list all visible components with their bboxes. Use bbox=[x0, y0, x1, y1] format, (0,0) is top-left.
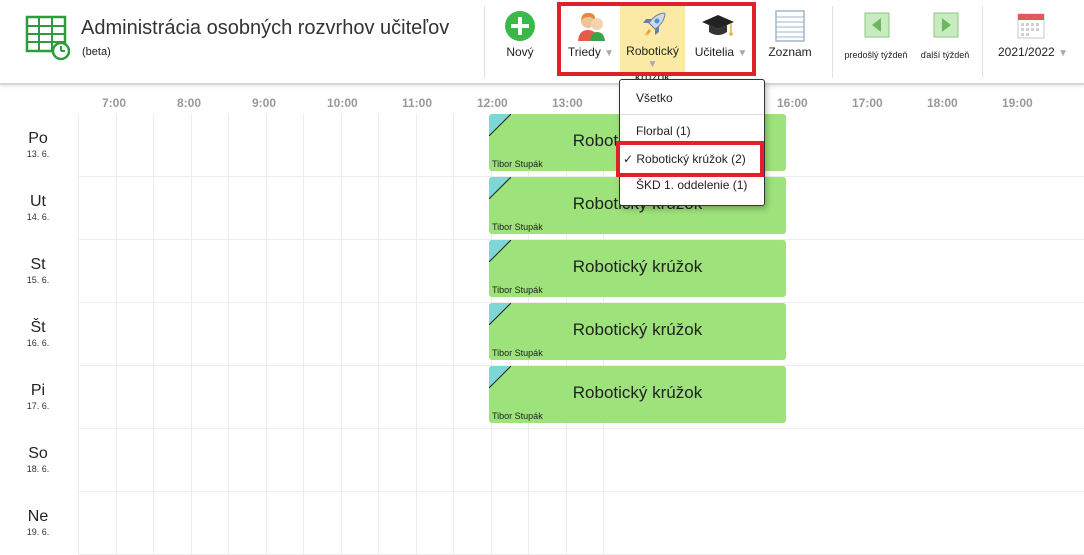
calendar-icon bbox=[1017, 13, 1045, 39]
hour-label: 18:00 bbox=[927, 96, 958, 110]
hour-label: 11:00 bbox=[402, 96, 433, 110]
plus-icon bbox=[505, 11, 535, 41]
chevron-down-icon: ▼ bbox=[647, 59, 658, 70]
schedule-event[interactable]: Robotický krúžok Tibor Stupák bbox=[489, 303, 786, 360]
day-label: So 18. 6. bbox=[0, 445, 76, 474]
timetable-grid: 7:008:009:0010:0011:0012:0013:0014:0015:… bbox=[0, 86, 1084, 555]
previous-week-label: predošlý týždeň bbox=[844, 50, 908, 60]
dropdown-item-skd[interactable]: ŠKD 1. oddelenie (1) bbox=[636, 178, 747, 192]
new-button[interactable]: Nový bbox=[497, 6, 543, 76]
toolbar-separator bbox=[484, 6, 485, 78]
day-date: 16. 6. bbox=[26, 338, 50, 348]
next-week-label: ďalší týždeň bbox=[920, 50, 970, 60]
event-name: Robotický krúžok bbox=[572, 383, 703, 402]
robotics-button[interactable]: Robotický ▼ krúžok bbox=[620, 5, 685, 83]
hour-label: 10:00 bbox=[327, 96, 358, 110]
hour-label: 8:00 bbox=[177, 96, 202, 110]
event-teacher: Tibor Stupák bbox=[492, 159, 543, 169]
timetable-icon bbox=[25, 15, 70, 60]
list-button-label: Zoznam bbox=[768, 45, 812, 59]
dropdown-item-florbal[interactable]: Florbal (1) bbox=[636, 124, 691, 138]
event-name: Robotický krúžok bbox=[572, 320, 703, 339]
event-teacher: Tibor Stupák bbox=[492, 285, 543, 295]
arrow-left-icon bbox=[864, 12, 890, 38]
arrow-right-icon bbox=[933, 12, 959, 38]
grid-line bbox=[115, 114, 117, 555]
grid-line bbox=[415, 114, 417, 555]
event-teacher: Tibor Stupák bbox=[492, 222, 543, 232]
rocket-icon bbox=[643, 12, 666, 37]
classes-button[interactable]: Triedy ▼ bbox=[563, 6, 619, 76]
day-name: Št bbox=[30, 319, 46, 336]
day-name: St bbox=[30, 256, 46, 273]
toolbar-separator bbox=[832, 6, 833, 78]
day-label: Ne 19. 6. bbox=[0, 508, 76, 537]
day-date: 14. 6. bbox=[26, 212, 50, 222]
toolbar-separator bbox=[982, 6, 983, 78]
day-label: Št 16. 6. bbox=[0, 319, 76, 348]
day-date: 19. 6. bbox=[26, 527, 50, 537]
school-year-label: 2021/2022 bbox=[998, 45, 1055, 59]
day-name: Ut bbox=[30, 193, 46, 210]
day-label: St 15. 6. bbox=[0, 256, 76, 285]
toolbar: Administrácia osobných rozvrhov učiteľov… bbox=[0, 0, 1084, 85]
chevron-down-icon: ▼ bbox=[1058, 48, 1068, 59]
filter-dropdown: Všetko Florbal (1) ✓ Robotický krúžok (2… bbox=[616, 79, 765, 206]
day-date: 15. 6. bbox=[26, 275, 50, 285]
grid-line bbox=[78, 428, 1084, 429]
event-teacher: Tibor Stupák bbox=[492, 348, 543, 358]
event-name: Robotický krúžok bbox=[572, 257, 703, 276]
app-subtitle: (beta) bbox=[82, 46, 111, 58]
grid-line bbox=[190, 114, 192, 555]
hour-label: 17:00 bbox=[852, 96, 883, 110]
new-button-label: Nový bbox=[506, 45, 534, 59]
day-name: Po bbox=[28, 130, 48, 147]
school-year-button[interactable]: 2021/2022 ▼ bbox=[990, 6, 1076, 76]
next-week-button[interactable]: ďalší týždeň bbox=[912, 6, 978, 76]
day-label: Pi 17. 6. bbox=[0, 382, 76, 411]
grid-line bbox=[453, 114, 454, 555]
day-name: Ne bbox=[27, 508, 49, 525]
grid-line bbox=[78, 491, 1084, 492]
grid-line bbox=[228, 114, 229, 555]
grid-line bbox=[303, 114, 304, 555]
grid-line bbox=[378, 114, 379, 555]
grid-line bbox=[265, 114, 267, 555]
schedule-event[interactable]: Robotický krúžok Tibor Stupák bbox=[489, 366, 786, 423]
hour-label: 13:00 bbox=[552, 96, 583, 110]
chevron-down-icon: ▼ bbox=[604, 48, 615, 59]
classes-button-label: Triedy bbox=[567, 45, 601, 59]
list-button[interactable]: Zoznam bbox=[763, 6, 817, 76]
robotics-button-label: Robotický bbox=[626, 44, 679, 58]
day-date: 17. 6. bbox=[26, 401, 50, 411]
teachers-button-label: Učitelia bbox=[694, 45, 735, 59]
teachers-button[interactable]: Učitelia ▼ bbox=[688, 6, 754, 76]
hour-label: 9:00 bbox=[252, 96, 277, 110]
hour-label: 7:00 bbox=[102, 96, 127, 110]
schedule-event[interactable]: Robotický krúžok Tibor Stupák bbox=[489, 240, 786, 297]
app-title: Administrácia osobných rozvrhov učiteľov bbox=[81, 17, 450, 39]
dropdown-item-robotics[interactable]: ✓ Robotický krúžok (2) bbox=[623, 152, 746, 166]
day-date: 18. 6. bbox=[26, 464, 50, 474]
list-icon bbox=[775, 10, 805, 42]
students-icon bbox=[578, 12, 605, 41]
chevron-down-icon: ▼ bbox=[737, 48, 748, 59]
dropdown-item-all[interactable]: Všetko bbox=[636, 91, 673, 105]
dropdown-separator bbox=[620, 114, 764, 115]
day-label: Ut 14. 6. bbox=[0, 193, 76, 222]
day-date: 13. 6. bbox=[26, 149, 50, 159]
event-teacher: Tibor Stupák bbox=[492, 411, 543, 421]
day-name: Pi bbox=[30, 382, 46, 399]
previous-week-button[interactable]: predošlý týždeň bbox=[840, 6, 912, 76]
day-name: So bbox=[28, 445, 48, 462]
grid-line bbox=[340, 114, 342, 555]
grid-line bbox=[78, 114, 79, 555]
day-label: Po 13. 6. bbox=[0, 130, 76, 159]
hour-label: 19:00 bbox=[1002, 96, 1033, 110]
hour-label: 16:00 bbox=[777, 96, 808, 110]
grid-line bbox=[153, 114, 154, 555]
hour-label: 12:00 bbox=[477, 96, 508, 110]
graduation-cap-icon bbox=[702, 15, 734, 36]
